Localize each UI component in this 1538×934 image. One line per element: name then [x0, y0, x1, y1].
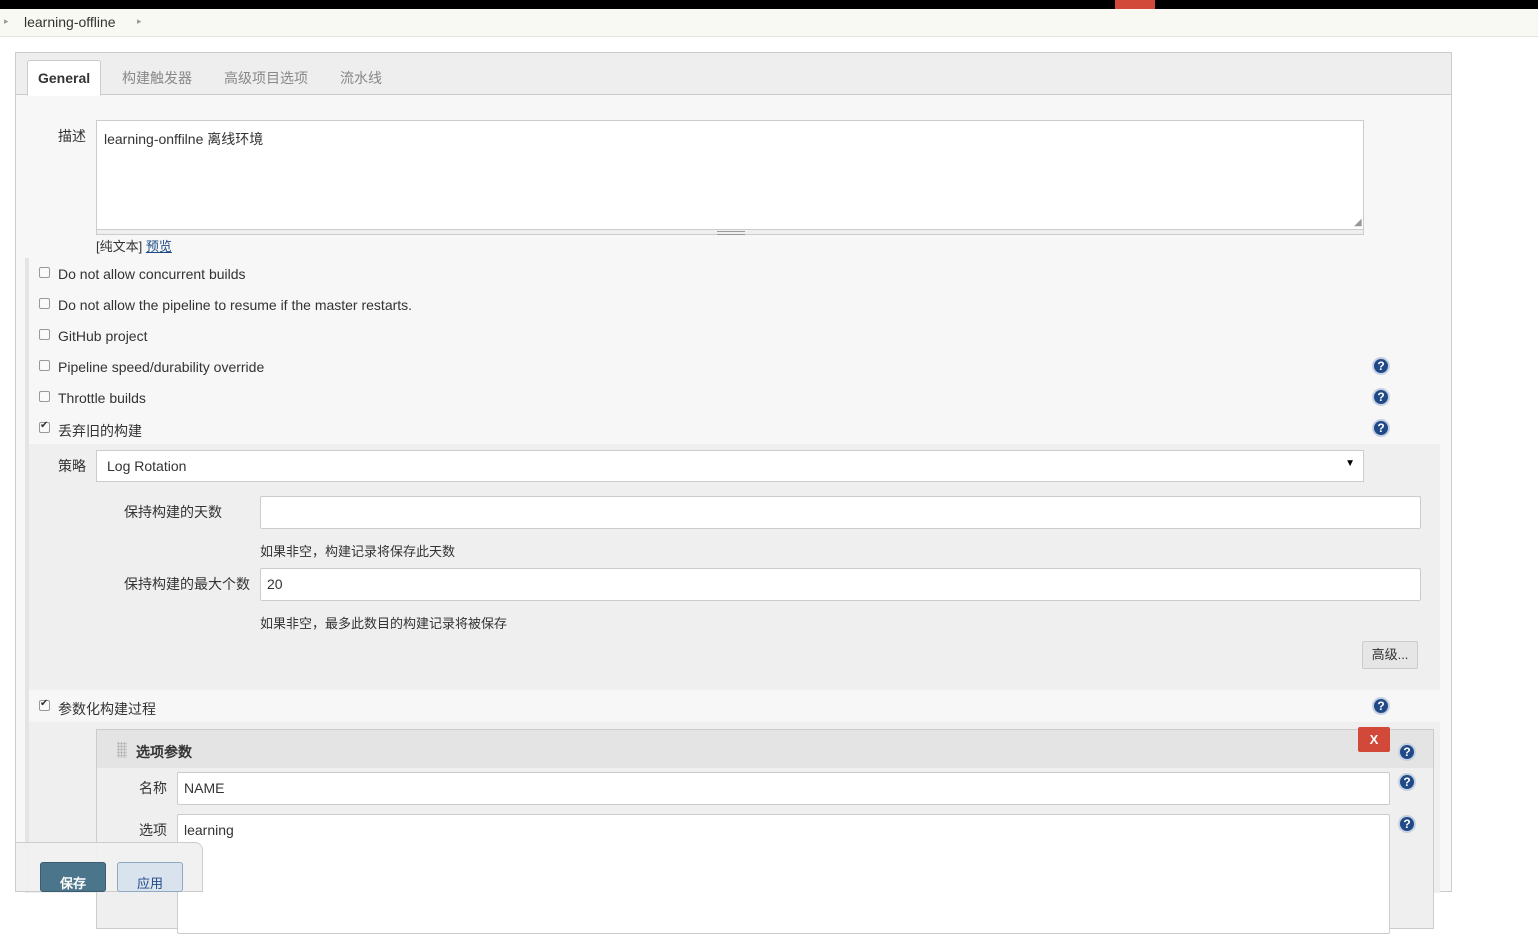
tab-build-triggers[interactable]: 构建触发器: [122, 68, 192, 88]
strategy-select[interactable]: Log Rotation ▼: [96, 450, 1364, 482]
param-name-input[interactable]: NAME: [177, 772, 1390, 805]
parameterized-label: 参数化构建过程: [58, 701, 156, 717]
days-to-keep-label: 保持构建的天数: [124, 504, 222, 520]
days-to-keep-input[interactable]: [260, 496, 1421, 529]
checkbox-throttle-builds[interactable]: [39, 391, 50, 402]
max-builds-input[interactable]: 20: [260, 568, 1421, 601]
days-to-keep-hint: 如果非空，构建记录将保存此天数: [260, 544, 456, 559]
raw-text-label: [纯文本]: [96, 239, 143, 254]
textarea-resize-handle[interactable]: [96, 230, 1364, 235]
save-button[interactable]: 保存: [40, 862, 106, 892]
help-icon[interactable]: ?: [1372, 388, 1390, 406]
preview-link[interactable]: 预览: [146, 239, 172, 254]
max-builds-label: 保持构建的最大个数: [124, 576, 250, 592]
strategy-selected-value: Log Rotation: [107, 458, 187, 474]
header-accent: [1115, 0, 1155, 9]
chevron-down-icon: ▼: [1345, 458, 1355, 469]
description-textarea[interactable]: learning-onffilne 离线环境: [96, 120, 1364, 230]
breadcrumb: ▸ learning-offline ▸: [0, 9, 1538, 37]
resize-corner-icon[interactable]: ◢: [1354, 217, 1362, 228]
checkbox-pipeline-speed[interactable]: [39, 360, 50, 371]
help-icon[interactable]: ?: [1372, 697, 1390, 715]
param-name-label: 名称: [139, 780, 167, 796]
checkbox-discard-old-builds[interactable]: [39, 420, 50, 433]
param-choices-textarea[interactable]: learning: [177, 814, 1390, 934]
tab-pipeline[interactable]: 流水线: [340, 68, 382, 88]
help-icon[interactable]: ?: [1372, 419, 1390, 437]
strategy-label: 策略: [58, 458, 86, 474]
tab-bar: General 构建触发器 高级项目选项 流水线: [16, 53, 1451, 96]
checkbox-github-project[interactable]: [39, 329, 50, 340]
checkbox-parameterized[interactable]: [39, 698, 50, 711]
config-panel: General 构建触发器 高级项目选项 流水线 描述 learning-onf…: [15, 52, 1452, 934]
checkbox-no-concurrent-builds[interactable]: [39, 267, 50, 278]
tab-general[interactable]: General: [27, 60, 102, 96]
help-icon[interactable]: ?: [1398, 743, 1416, 761]
no-concurrent-builds-label: Do not allow concurrent builds: [58, 266, 246, 282]
tab-advanced-project-options[interactable]: 高级项目选项: [224, 68, 308, 88]
param-choices-label: 选项: [139, 822, 167, 838]
description-format: [纯文本] 预览: [96, 236, 172, 255]
breadcrumb-item-job[interactable]: learning-offline: [24, 14, 116, 30]
delete-parameter-button[interactable]: X: [1358, 727, 1390, 752]
help-icon[interactable]: ?: [1398, 815, 1416, 833]
top-header-bar: [0, 0, 1538, 9]
apply-button[interactable]: 应用: [117, 862, 183, 892]
discard-old-builds-label: 丢弃旧的构建: [58, 423, 142, 439]
github-project-label: GitHub project: [58, 328, 148, 344]
choice-parameter-box: 选项参数 名称 NAME 选项 learning: [96, 729, 1434, 934]
drag-handle-icon[interactable]: [117, 742, 127, 758]
breadcrumb-arrow-icon[interactable]: ▸: [4, 16, 9, 27]
choice-parameter-title: 选项参数: [136, 744, 192, 760]
help-icon[interactable]: ?: [1372, 357, 1390, 375]
advanced-button[interactable]: 高级...: [1362, 641, 1418, 669]
description-label: 描述: [58, 128, 86, 144]
checkbox-no-pipeline-resume[interactable]: [39, 298, 50, 309]
no-pipeline-resume-label: Do not allow the pipeline to resume if t…: [58, 297, 413, 313]
help-icon[interactable]: ?: [1398, 773, 1416, 791]
choice-parameter-header: 选项参数: [97, 730, 1433, 768]
throttle-builds-label: Throttle builds: [58, 390, 146, 406]
max-builds-hint: 如果非空，最多此数目的构建记录将被保存: [260, 616, 508, 631]
breadcrumb-arrow-icon[interactable]: ▸: [137, 16, 142, 27]
pipeline-speed-label: Pipeline speed/durability override: [58, 359, 265, 375]
